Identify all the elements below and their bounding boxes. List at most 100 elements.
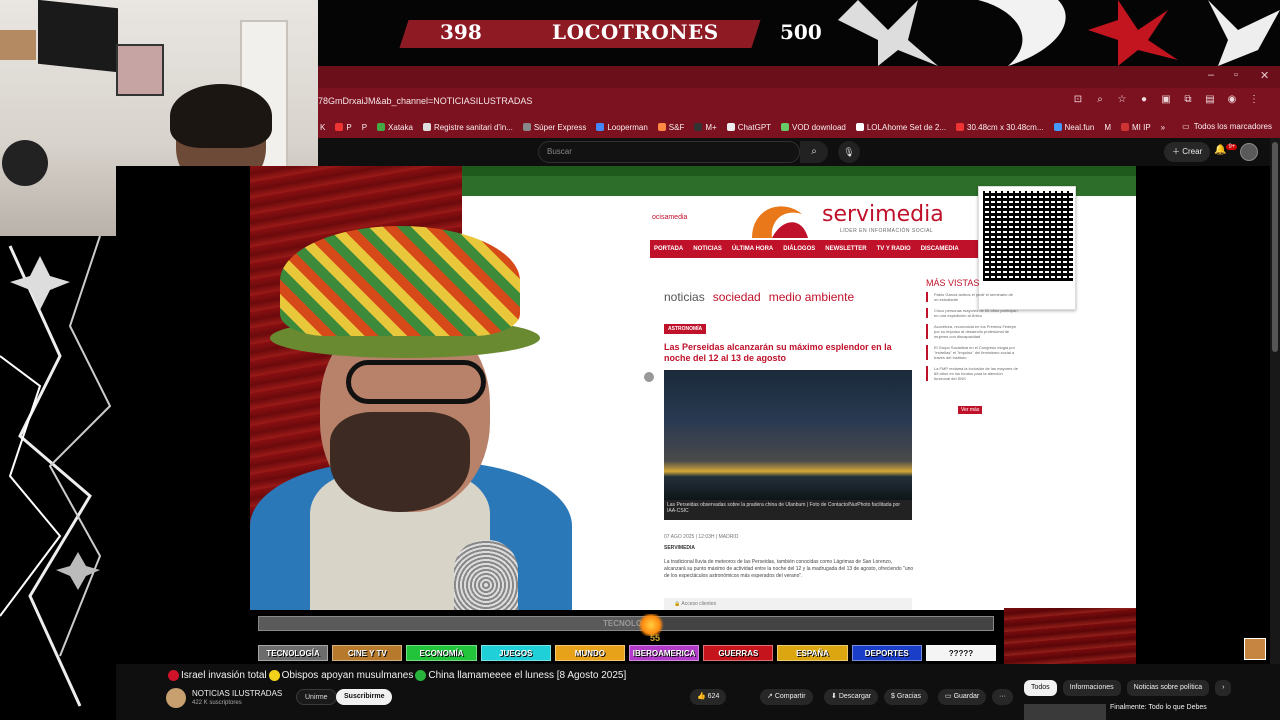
channel-avatar[interactable] (166, 688, 186, 708)
red-background-right (1004, 608, 1136, 664)
bookmark-item[interactable]: Xataka (377, 123, 413, 132)
install-icon[interactable]: ⊡ (1072, 94, 1084, 106)
category-chip: TECNOLOGÍA (258, 645, 329, 661)
category-chip: ECONOMÍA (406, 645, 477, 661)
create-button[interactable]: ＋ Crear (1164, 142, 1211, 162)
zoom-icon[interactable]: ⌕ (1094, 94, 1106, 106)
profile-icon[interactable]: ◉ (1226, 94, 1238, 106)
yellow-circle-icon (268, 670, 280, 681)
see-more-button[interactable]: Ver más (958, 406, 983, 414)
bookmark-item[interactable]: P (362, 123, 367, 132)
maximize-icon[interactable]: ▫ (1234, 69, 1238, 81)
breadcrumb: noticias sociedad medio ambiente (664, 290, 854, 304)
list-item[interactable]: El Grupo Socialista en el Congreso elogi… (926, 345, 1018, 360)
article-date: 07 AGO 2025 | 12:03H | MADRID (664, 534, 739, 540)
notifications-bell-icon[interactable]: 🔔 9+ (1214, 144, 1238, 155)
breadcrumb-item[interactable]: sociedad (713, 290, 761, 304)
article-headline: Las Perseidas alcanzarán su máximo esple… (664, 342, 892, 363)
nav-item[interactable]: NEWSLETTER (825, 246, 866, 252)
category-bar: TECNOLOGÍA CINE Y TV ECONOMÍA JUEGOS MUNDO IB… (258, 645, 997, 661)
share-button[interactable]: ↗ Compartir (760, 689, 813, 705)
more-actions-button[interactable]: ··· (992, 689, 1013, 705)
close-icon[interactable]: ✕ (1260, 69, 1269, 82)
decorative-art-left (0, 236, 116, 720)
banner-decoration (838, 0, 1280, 66)
score-right: 500 (780, 20, 822, 44)
nav-item[interactable]: DIÁLOGOS (783, 246, 815, 252)
join-button[interactable]: Unirme (296, 689, 337, 705)
browser-chrome: – ▫ ✕ 78GmDrxaiJM&ab_channel=NOTICIASILU… (318, 66, 1280, 138)
bookmark-item[interactable]: M (1104, 123, 1111, 132)
bookmark-item[interactable]: Registre sanitari d'in... (422, 123, 513, 132)
save-button[interactable]: ▭ Guardar (938, 689, 987, 705)
thanks-button[interactable]: $ Gracias (884, 689, 928, 705)
address-bar-url[interactable]: 78GmDrxaiJM&ab_channel=NOTICIASILUSTRADA… (318, 96, 532, 106)
nav-item[interactable]: NOTICIAS (693, 246, 722, 252)
bookmark-item[interactable]: 30.48cm x 30.48cm... (956, 123, 1044, 132)
bookmark-item[interactable]: VOD download (781, 123, 846, 132)
bookmark-star-icon[interactable]: ☆ (1116, 94, 1128, 106)
bookmark-item[interactable]: M+ (694, 123, 717, 132)
category-chip: CINE Y TV (332, 645, 403, 661)
bookmark-item[interactable]: P (335, 123, 352, 132)
progress-fill (259, 617, 656, 630)
list-item[interactable]: La FMP reclama la inclusión de las mayor… (926, 366, 1018, 381)
extension-icon[interactable]: ● (1138, 94, 1150, 106)
related-tabs: Todos Informaciones Noticias sobre polít… (1024, 680, 1232, 696)
breadcrumb-item[interactable]: medio ambiente (769, 290, 854, 304)
cast-icon[interactable]: ▤ (1204, 94, 1216, 106)
tab-politics[interactable]: Noticias sobre política (1126, 680, 1210, 696)
page-scrollbar[interactable] (1270, 138, 1280, 664)
list-item[interactable]: Cinco personas mayores de 65 años partic… (926, 308, 1018, 318)
account-avatar[interactable] (1240, 143, 1258, 161)
bookmark-item[interactable]: Neal.fun (1053, 123, 1094, 132)
translate-icon[interactable]: ▣ (1160, 94, 1172, 106)
minimize-icon[interactable]: – (1208, 69, 1214, 81)
search-input[interactable]: Buscar (538, 141, 800, 163)
menu-icon[interactable]: ⋮ (1248, 94, 1260, 106)
bookmark-item[interactable]: K (320, 123, 325, 132)
voice-search-icon[interactable]: 🎙 (838, 141, 860, 163)
puzzle-icon[interactable]: ⧉ (1182, 94, 1194, 106)
search-icon[interactable]: ⌕ (800, 141, 828, 163)
category-chip: GUERRAS (703, 645, 774, 661)
breadcrumb-item[interactable]: noticias (664, 290, 705, 304)
nav-item[interactable]: ÚLTIMA HORA (732, 246, 773, 252)
article-byline: SERVIMEDIA (664, 545, 696, 551)
subscribe-button[interactable]: Suscribirme (336, 689, 393, 705)
bookmark-item[interactable]: LOLAhome Set de 2... (855, 123, 946, 132)
site-logo-small: ocisamedia (652, 214, 688, 221)
bookmark-item[interactable]: MI IP (1120, 123, 1151, 132)
like-button[interactable]: 👍 624 (690, 689, 727, 705)
scroll-indicator-icon (644, 372, 654, 382)
recommendation-thumbnail[interactable] (1024, 704, 1106, 720)
site-logo: servimedia (822, 202, 944, 227)
channel-name[interactable]: NOTICIAS ILUSTRADAS (192, 689, 282, 698)
most-viewed-title: MÁS VISTAS (926, 278, 980, 288)
tab-information[interactable]: Informaciones (1062, 680, 1121, 696)
bookmark-item[interactable]: Súper Express (522, 123, 586, 132)
download-icon: ⬇ (831, 693, 837, 700)
all-bookmarks-button[interactable]: ▭ Todos los marcadores (1182, 118, 1272, 136)
site-tagline: LÍDER EN INFORMACIÓN SOCIAL (840, 228, 934, 234)
youtube-header: Buscar ⌕ 🎙 ＋ Crear 🔔 9+ (318, 138, 1280, 166)
download-button[interactable]: ⬇ Descargar (824, 689, 879, 705)
nav-item[interactable]: DISCAMEDIA (921, 246, 959, 252)
nav-item[interactable]: TV Y RADIO (877, 246, 911, 252)
bookmarks-more-button[interactable]: » (1161, 123, 1165, 132)
list-item[interactable]: Pablo García ambos el pedir el seminario… (926, 292, 1018, 302)
chevron-right-icon[interactable]: › (1215, 680, 1232, 696)
nav-item[interactable]: PORTADA (654, 246, 683, 252)
bookmark-item[interactable]: Looperman (596, 123, 648, 132)
wall-tv (38, 0, 118, 73)
tab-all[interactable]: Todos (1024, 680, 1057, 696)
scrollbar-thumb[interactable] (1272, 142, 1278, 352)
access-clients-link[interactable]: 🔒 Acceso clientes (664, 598, 912, 610)
save-icon: ▭ (945, 693, 952, 700)
list-item[interactable]: Acovetura, reconocida en los Premios Fed… (926, 324, 1018, 339)
category-chip: IBEROAMERICA (629, 645, 700, 661)
recommendation-title[interactable]: Finalmente: Todo lo que Debes (1110, 704, 1207, 711)
bookmark-item[interactable]: S&F (657, 123, 684, 132)
bookmark-item[interactable]: ChatGPT (726, 123, 771, 132)
folder-icon: ▭ (1182, 122, 1190, 131)
